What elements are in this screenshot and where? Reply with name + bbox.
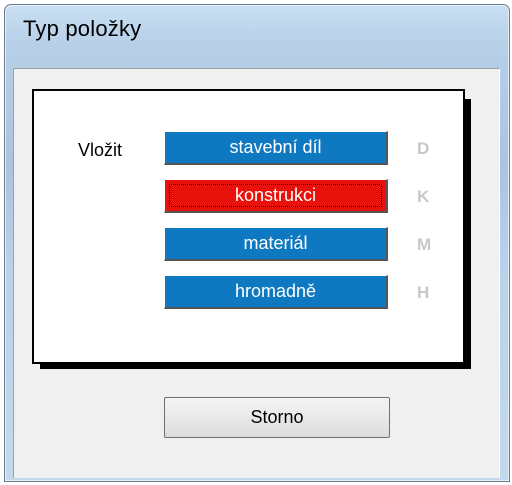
shortcut-key-h: H bbox=[417, 283, 430, 302]
option-button-konstrukci[interactable]: konstrukci bbox=[164, 179, 388, 213]
shortcut-key-m: M bbox=[417, 235, 432, 254]
option-button-stavebni-dil[interactable]: stavební díl bbox=[164, 131, 388, 165]
cancel-button[interactable]: Storno bbox=[164, 397, 390, 438]
window-title: Typ položky bbox=[23, 16, 142, 41]
shortcut-key-k: K bbox=[417, 187, 430, 206]
option-button-material[interactable]: materiál bbox=[164, 227, 388, 261]
shortcut-key-d: D bbox=[417, 139, 430, 158]
option-button-hromadne[interactable]: hromadně bbox=[164, 275, 388, 309]
insert-label: Vložit bbox=[78, 140, 123, 160]
